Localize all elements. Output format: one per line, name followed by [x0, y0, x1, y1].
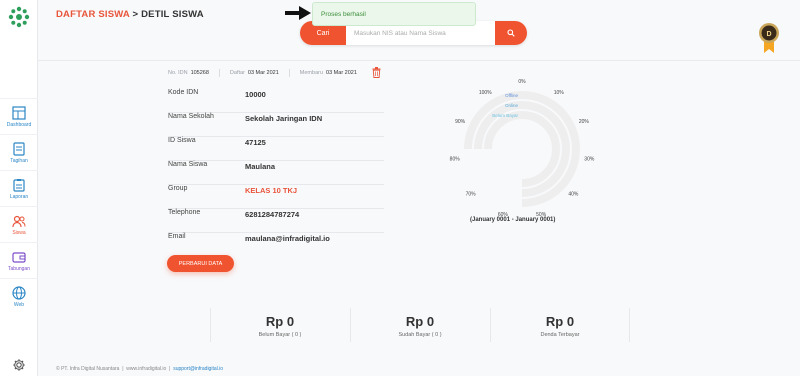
payment-summary: Rp 0 Belum Bayar ( 0 ) Rp 0 Sudah Bayar … — [210, 308, 630, 342]
detail-row-email: Email maulana@infradigital.io — [168, 233, 384, 257]
radial-tick-label: 70% — [466, 192, 477, 198]
detail-label: Nama Siswa — [168, 161, 208, 168]
sidebar-item-label: Dashboard — [6, 121, 32, 128]
search-submit-button[interactable] — [495, 21, 527, 45]
summary-caption: Denda Terbayar — [540, 332, 580, 338]
summary-card-denda: Rp 0 Denda Terbayar — [490, 308, 630, 342]
radial-tick-label: 90% — [455, 119, 466, 125]
registered-label: Daftar — [229, 70, 245, 76]
student-detail: No. IDN 105268 Daftar 03 Mar 2021 Membaru 0… — [38, 60, 800, 365]
detail-value: 47125 — [245, 138, 266, 147]
update-data-button[interactable]: PERBARUI DATA — [167, 255, 234, 272]
detail-row-nama-siswa: Nama Siswa Maulana — [168, 161, 384, 185]
detail-value: maulana@infradigital.io — [245, 234, 330, 243]
meta-divider — [218, 69, 220, 77]
breadcrumb-page: DETIL SISWA — [141, 9, 204, 20]
group-link[interactable]: KELAS 10 TKJ — [245, 186, 297, 195]
sidebar-item-siswa[interactable]: Siswa — [0, 206, 38, 242]
summary-amount: Rp 0 — [545, 314, 575, 329]
detail-label: Kode IDN — [168, 89, 199, 96]
detail-label: Group — [168, 185, 188, 192]
summary-card-sudah-bayar: Rp 0 Sudah Bayar ( 0 ) — [350, 308, 490, 342]
detail-value: 6281284787274 — [245, 210, 300, 219]
sidebar-item-label: Tagihan — [10, 157, 28, 164]
sidebar-item-dashboard[interactable]: Dashboard — [0, 98, 38, 134]
detail-label: Telephone — [168, 209, 201, 216]
app-logo-icon[interactable] — [8, 6, 30, 28]
radial-tick-label: 100% — [479, 90, 492, 96]
trash-icon[interactable] — [372, 67, 381, 78]
radial-tick-label: 30% — [584, 157, 595, 163]
sidebar: Dashboard Tagihan Laporan Siswa Tabungan… — [0, 0, 38, 376]
student-meta: No. IDN 105268 Daftar 03 Mar 2021 Membaru 0… — [168, 69, 357, 77]
footer-email-link[interactable]: support@infradigital.io — [173, 366, 223, 372]
globe-icon — [12, 285, 26, 300]
success-toast: Proses berhasil — [312, 2, 476, 26]
detail-row-id-siswa: ID Siswa 47125 — [168, 137, 384, 161]
registered-value: 03 Mar 2021 — [247, 70, 279, 76]
gear-icon[interactable] — [12, 358, 26, 372]
detail-value: 10000 — [245, 90, 266, 99]
sidebar-item-label: Siswa — [12, 229, 26, 236]
summary-amount: Rp 0 — [265, 314, 295, 329]
sidebar-item-web[interactable]: Web — [0, 278, 38, 314]
sidebar-item-tabungan[interactable]: Tabungan — [0, 242, 38, 278]
breadcrumb-separator: > — [129, 9, 142, 20]
report-icon — [13, 178, 25, 192]
radial-series-label: Online — [505, 103, 519, 108]
detail-label: Email — [168, 233, 186, 240]
arrow-right-icon — [285, 6, 311, 20]
radial-tick-label: 0% — [518, 79, 526, 85]
invoice-icon — [13, 141, 25, 156]
sidebar-item-label: Laporan — [9, 193, 29, 200]
radial-tick-label: 20% — [579, 119, 590, 125]
radial-track-belum-bayar — [484, 111, 560, 187]
wallet-icon — [12, 251, 26, 263]
sidebar-item-tagihan[interactable]: Tagihan — [0, 134, 38, 170]
radial-tick-label: 80% — [450, 157, 461, 163]
students-icon — [12, 215, 26, 227]
detail-label: ID Siswa — [168, 137, 196, 144]
detail-row-nama-sekolah: Nama Sekolah Sekolah Jaringan IDN — [168, 113, 384, 137]
detail-value: Maulana — [245, 162, 276, 171]
radial-series-label: Belum Bayar — [492, 113, 518, 118]
footer: © PT. Infra Digital Nusantara | www.infr… — [56, 366, 224, 372]
sidebar-item-laporan[interactable]: Laporan — [0, 170, 38, 206]
footer-company: © PT. Infra Digital Nusantara — [56, 366, 120, 372]
meta-divider — [288, 69, 290, 77]
payment-radial-chart: 0%10%20%30%40%50%60%70%80%90%100% Offlin… — [450, 79, 595, 218]
medal-badge-icon[interactable]: D — [758, 22, 780, 54]
footer-site-link[interactable]: www.infradigital.io — [126, 366, 166, 372]
sidebar-item-label: Web — [13, 301, 25, 308]
main-area: DAFTAR SISWA > DETIL SISWA Cari Proses b… — [38, 0, 800, 376]
top-bar: DAFTAR SISWA > DETIL SISWA Cari Proses b… — [38, 0, 800, 60]
sidebar-item-label: Tabungan — [8, 265, 30, 272]
breadcrumb-section[interactable]: DAFTAR SISWA — [56, 9, 130, 20]
updated-value: 03 Mar 2021 — [326, 70, 357, 76]
svg-text:D: D — [766, 31, 771, 38]
summary-amount: Rp 0 — [405, 314, 435, 329]
idn-label: No. IDN — [168, 70, 188, 76]
radial-series-label: Offline — [505, 93, 518, 98]
detail-label: Nama Sekolah — [168, 113, 214, 120]
summary-divider — [629, 308, 630, 342]
radial-tick-label: 10% — [554, 90, 565, 96]
summary-caption: Sudah Bayar ( 0 ) — [398, 332, 442, 338]
radial-tick-label: 40% — [568, 192, 579, 198]
breadcrumb: DAFTAR SISWA > DETIL SISWA — [56, 9, 204, 20]
updated-label: Membaru — [299, 70, 324, 76]
idn-value: 105268 — [190, 70, 209, 76]
detail-row-group: Group KELAS 10 TKJ — [168, 185, 384, 209]
summary-caption: Belum Bayar ( 0 ) — [258, 332, 302, 338]
dashboard-icon — [12, 105, 26, 120]
detail-row-kode-idn: Kode IDN 10000 — [168, 89, 384, 113]
detail-value: Sekolah Jaringan IDN — [245, 114, 323, 123]
chart-period: (January 0001 - January 0001) — [470, 217, 556, 223]
summary-card-belum-bayar: Rp 0 Belum Bayar ( 0 ) — [210, 308, 350, 342]
detail-row-telephone: Telephone 6281284787274 — [168, 209, 384, 233]
search-icon — [507, 29, 515, 37]
